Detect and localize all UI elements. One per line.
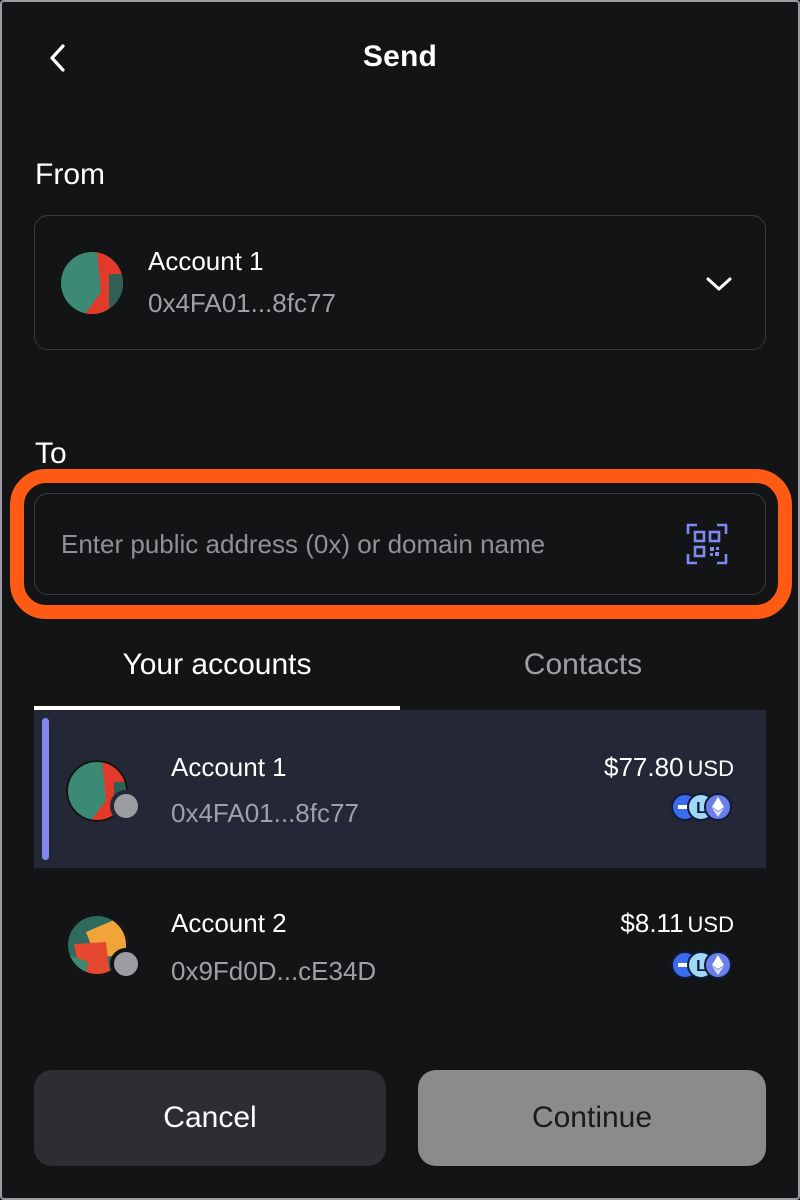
- balance-amount: $8.11: [620, 908, 684, 938]
- balance-amount: $77.80: [604, 752, 684, 782]
- cancel-button[interactable]: Cancel: [34, 1070, 386, 1166]
- balance-currency: USD: [687, 756, 734, 781]
- account-name: Account 1: [171, 752, 287, 782]
- page-title: Send: [362, 40, 438, 73]
- account-list-item[interactable]: Account 2 0x9Fd0D...cE34D $8.11 USD L: [34, 868, 766, 1026]
- account-address: 0x9Fd0D...cE34D: [171, 956, 377, 986]
- network-tokens-icon: L: [671, 951, 732, 979]
- network-badge-icon: [110, 790, 142, 822]
- selected-indicator: [42, 718, 49, 860]
- recipient-address-input[interactable]: [35, 494, 675, 594]
- account-balance: $77.80 USD: [604, 752, 734, 783]
- tab-your-accounts[interactable]: Your accounts: [34, 630, 400, 710]
- account-name: Account 2: [171, 908, 287, 938]
- account-balance: $8.11 USD: [620, 908, 734, 939]
- tab-contacts[interactable]: Contacts: [400, 630, 766, 710]
- chevron-down-icon[interactable]: [703, 268, 735, 300]
- balance-currency: USD: [687, 912, 734, 937]
- from-account-selector[interactable]: Account 1 0x4FA01...8fc77: [34, 215, 766, 350]
- qr-scan-icon[interactable]: [685, 522, 729, 566]
- account-1-avatar: [61, 252, 123, 314]
- account-address: 0x4FA01...8fc77: [171, 798, 359, 828]
- recipient-tabs: Your accounts Contacts: [34, 630, 766, 710]
- from-account-name: Account 1: [148, 246, 264, 276]
- recipient-address-field[interactable]: [34, 493, 766, 595]
- to-label: To: [35, 437, 67, 470]
- continue-button[interactable]: Continue: [418, 1070, 766, 1166]
- from-account-address: 0x4FA01...8fc77: [148, 288, 336, 318]
- account-list-item[interactable]: Account 1 0x4FA01...8fc77 $77.80 USD L: [34, 710, 766, 868]
- header: Send: [0, 0, 800, 116]
- network-badge-icon: [110, 948, 142, 980]
- network-tokens-icon: L: [671, 793, 732, 821]
- from-label: From: [35, 158, 105, 191]
